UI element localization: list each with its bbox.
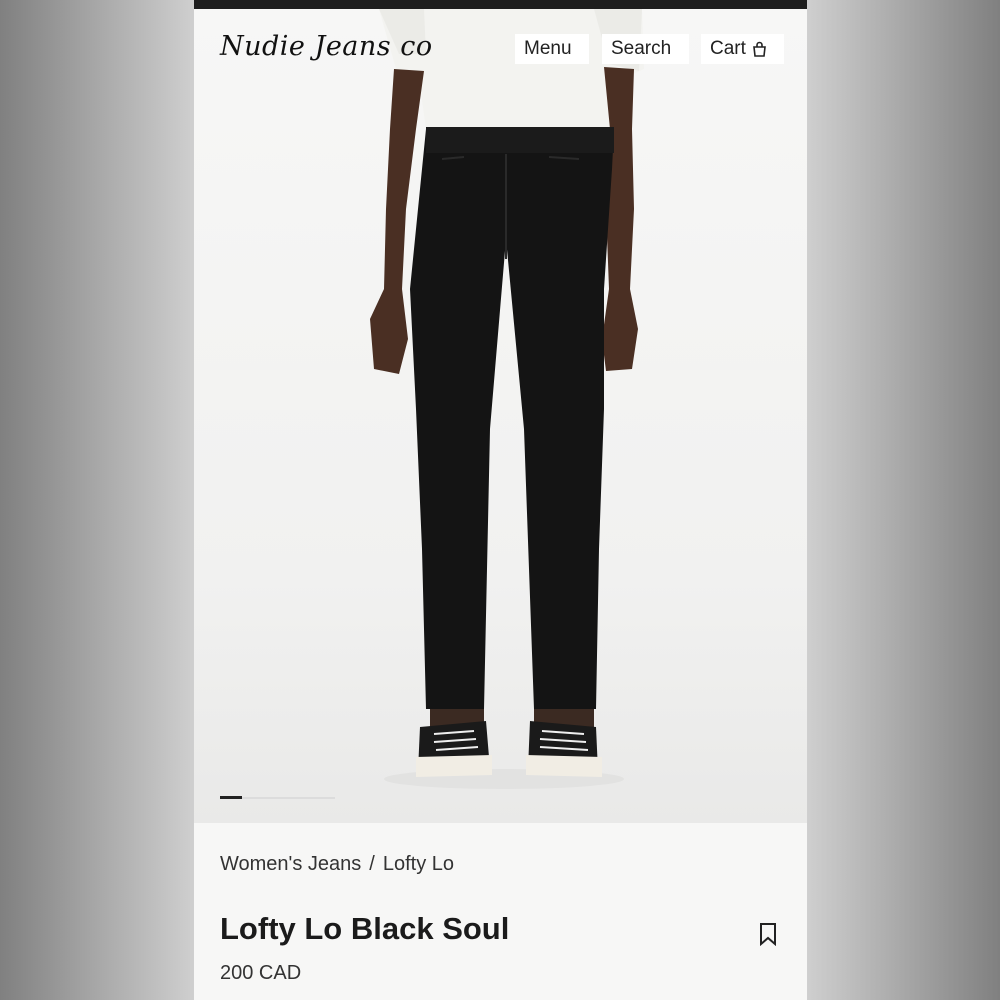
gallery-pager[interactable] <box>220 796 335 799</box>
background-right <box>807 0 1000 1000</box>
bag-icon <box>753 41 766 57</box>
product-image-gallery[interactable]: Nudie Jeans co Menu Search Cart <box>194 9 807 823</box>
menu-button[interactable]: Menu <box>515 34 589 64</box>
breadcrumb-separator: / <box>369 853 375 875</box>
product-page: Nudie Jeans co Menu Search Cart Women's … <box>194 0 807 1000</box>
product-info: Women's Jeans / Lofty Lo Lofty Lo Black … <box>194 823 807 1000</box>
breadcrumb: Women's Jeans / Lofty Lo <box>220 853 454 876</box>
cart-button[interactable]: Cart <box>701 34 784 64</box>
cart-label: Cart <box>710 38 746 59</box>
product-price: 200 CAD <box>220 962 302 984</box>
background-left <box>0 0 194 1000</box>
breadcrumb-womens-jeans[interactable]: Women's Jeans <box>220 853 361 876</box>
breadcrumb-lofty-lo[interactable]: Lofty Lo <box>383 853 454 876</box>
search-button[interactable]: Search <box>602 34 689 64</box>
bookmark-icon[interactable] <box>758 922 778 946</box>
status-bar <box>194 0 807 9</box>
product-photo <box>370 9 644 789</box>
product-title: Lofty Lo Black Soul <box>220 911 510 946</box>
pager-active-indicator <box>220 796 242 799</box>
brand-logo[interactable]: Nudie Jeans co <box>220 31 433 62</box>
